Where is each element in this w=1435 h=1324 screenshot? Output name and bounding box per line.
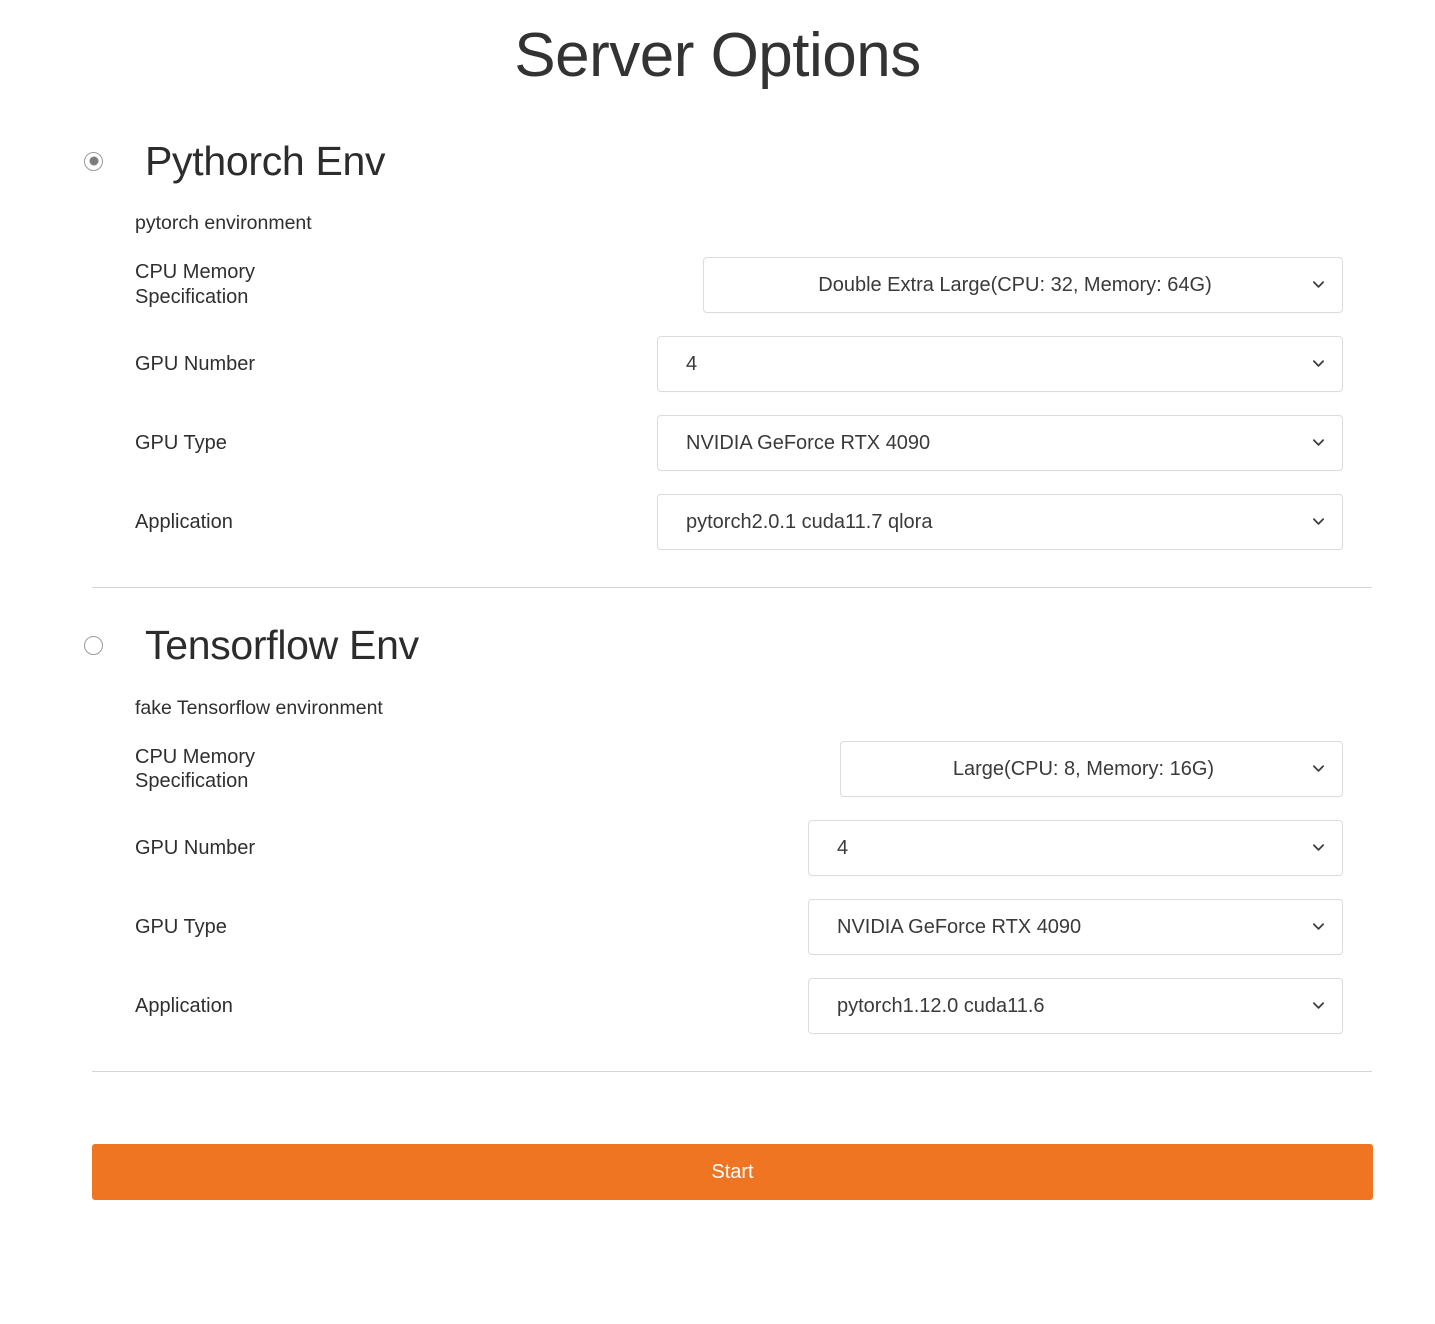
profile-title-tensorflow[interactable]: Tensorflow Env: [145, 625, 419, 666]
select-gpu-type[interactable]: NVIDIA GeForce RTX 4090: [808, 899, 1343, 955]
chevron-down-icon: [1312, 999, 1325, 1012]
option-label-gpu-type: GPU Type: [135, 431, 318, 456]
option-control-gpu-number: 4: [318, 820, 1343, 876]
profile-pytorch-env: Pythorch Env pytorch environment CPU Mem…: [78, 136, 1343, 553]
select-gpu-type[interactable]: NVIDIA GeForce RTX 4090: [657, 415, 1343, 471]
profile-options-tensorflow: CPU Memory Specification Large(CPU: 8, M…: [135, 738, 1343, 1038]
radio-unselected-icon[interactable]: [84, 636, 103, 655]
select-cpu-memory-specification[interactable]: Large(CPU: 8, Memory: 16G): [840, 741, 1343, 797]
option-control-application: pytorch2.0.1 cuda11.7 qlora: [318, 494, 1343, 550]
option-label-gpu-number: GPU Number: [135, 352, 318, 377]
option-control-gpu-number: 4: [318, 336, 1343, 392]
select-application[interactable]: pytorch1.12.0 cuda11.6: [808, 978, 1343, 1034]
chevron-down-icon: [1312, 278, 1325, 291]
select-gpu-number[interactable]: 4: [808, 820, 1343, 876]
option-row-application: Application pytorch2.0.1 cuda11.7 qlora: [135, 491, 1343, 554]
submit-area: Start: [0, 1144, 1435, 1200]
option-row-gpu-type: GPU Type NVIDIA GeForce RTX 4090: [135, 412, 1343, 475]
option-row-cpu-memory-specification: CPU Memory Specification Double Extra La…: [135, 254, 1343, 317]
option-control-gpu-type: NVIDIA GeForce RTX 4090: [318, 899, 1343, 955]
profile-description-tensorflow: fake Tensorflow environment: [135, 697, 1343, 720]
spawner-form: Pythorch Env pytorch environment CPU Mem…: [0, 136, 1435, 1072]
select-value-application: pytorch2.0.1 cuda11.7 qlora: [686, 511, 932, 534]
profile-divider-2: [92, 1071, 1372, 1072]
option-row-gpu-number: GPU Number 4: [135, 817, 1343, 880]
chevron-down-icon: [1312, 436, 1325, 449]
option-label-cpu-memory-specification: CPU Memory Specification: [135, 260, 318, 309]
select-value-gpu-number: 4: [686, 353, 697, 376]
option-control-cpu-memory-specification: Large(CPU: 8, Memory: 16G): [318, 741, 1343, 797]
option-label-gpu-number: GPU Number: [135, 836, 318, 861]
option-row-cpu-memory-specification: CPU Memory Specification Large(CPU: 8, M…: [135, 738, 1343, 801]
chevron-down-icon: [1312, 357, 1325, 370]
select-application[interactable]: pytorch2.0.1 cuda11.7 qlora: [657, 494, 1343, 550]
profile-tensorflow-env: Tensorflow Env fake Tensorflow environme…: [78, 621, 1343, 1038]
chevron-down-icon: [1312, 515, 1325, 528]
option-row-application: Application pytorch1.12.0 cuda11.6: [135, 975, 1343, 1038]
profile-description-pytorch: pytorch environment: [135, 212, 1343, 235]
chevron-down-icon: [1312, 841, 1325, 854]
page-title: Server Options: [0, 0, 1435, 90]
option-label-application: Application: [135, 994, 318, 1019]
select-gpu-number[interactable]: 4: [657, 336, 1343, 392]
option-label-cpu-memory-specification: CPU Memory Specification: [135, 745, 318, 794]
option-control-gpu-type: NVIDIA GeForce RTX 4090: [318, 415, 1343, 471]
chevron-down-icon: [1312, 762, 1325, 775]
start-button[interactable]: Start: [92, 1144, 1373, 1200]
server-options-page: Server Options Pythorch Env pytorch envi…: [0, 0, 1435, 1324]
select-value-cpu-memory-specification: Double Extra Large(CPU: 32, Memory: 64G): [818, 274, 1212, 297]
profile-header-pytorch[interactable]: Pythorch Env: [78, 136, 1343, 186]
radio-selected-icon[interactable]: [84, 152, 103, 171]
chevron-down-icon: [1312, 920, 1325, 933]
profile-header-tensorflow[interactable]: Tensorflow Env: [78, 621, 1343, 671]
profile-title-pytorch[interactable]: Pythorch Env: [145, 141, 385, 182]
option-control-application: pytorch1.12.0 cuda11.6: [318, 978, 1343, 1034]
option-control-cpu-memory-specification: Double Extra Large(CPU: 32, Memory: 64G): [318, 257, 1343, 313]
select-value-gpu-number: 4: [837, 837, 848, 860]
profile-divider-1: [92, 587, 1372, 588]
option-label-application: Application: [135, 510, 318, 535]
option-row-gpu-type: GPU Type NVIDIA GeForce RTX 4090: [135, 896, 1343, 959]
profile-options-pytorch: CPU Memory Specification Double Extra La…: [135, 254, 1343, 554]
select-cpu-memory-specification[interactable]: Double Extra Large(CPU: 32, Memory: 64G): [703, 257, 1343, 313]
select-value-gpu-type: NVIDIA GeForce RTX 4090: [686, 432, 930, 455]
select-value-application: pytorch1.12.0 cuda11.6: [837, 995, 1045, 1018]
option-row-gpu-number: GPU Number 4: [135, 333, 1343, 396]
select-value-cpu-memory-specification: Large(CPU: 8, Memory: 16G): [953, 758, 1214, 781]
option-label-gpu-type: GPU Type: [135, 915, 318, 940]
select-value-gpu-type: NVIDIA GeForce RTX 4090: [837, 916, 1081, 939]
